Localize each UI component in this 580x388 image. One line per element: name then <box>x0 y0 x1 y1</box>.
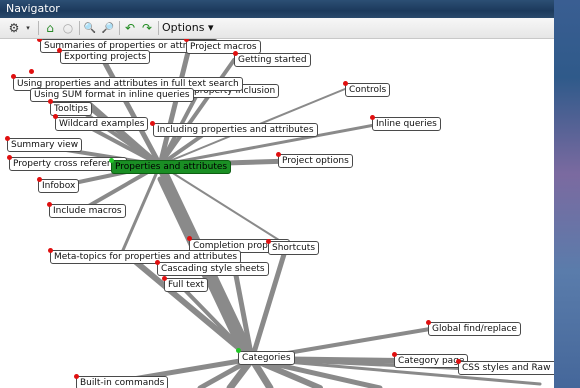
node-project-options[interactable]: Project options <box>278 154 353 168</box>
node-dot <box>343 81 348 86</box>
node-exporting-projects[interactable]: Exporting projects <box>60 50 151 64</box>
node-dot <box>48 248 53 253</box>
toolbar-separator <box>119 21 120 35</box>
node-dot <box>236 348 241 353</box>
node-dot <box>155 260 160 265</box>
node-dot <box>7 155 12 160</box>
graph-canvas[interactable]: Summaries of properties or attributes Pr… <box>0 39 554 388</box>
node-dot <box>29 69 34 74</box>
node-wildcard[interactable]: Wildcard examples <box>55 117 149 131</box>
node-dot <box>57 48 62 53</box>
undo-icon[interactable]: ↶ <box>122 20 138 36</box>
navigator-window: Navigator ⚙ ▾ ⌂ ○ 🔍 🔎 ↶ ↷ Options ▾ Summ… <box>0 0 580 388</box>
node-full-text[interactable]: Full text <box>164 278 209 292</box>
node-cascading-css[interactable]: Cascading style sheets <box>157 262 269 276</box>
node-dot <box>276 152 281 157</box>
node-getting-started[interactable]: Getting started <box>234 53 311 67</box>
node-categories[interactable]: Categories <box>238 351 295 365</box>
node-dot <box>162 276 167 281</box>
node-dot <box>370 115 375 120</box>
zoom-out-icon[interactable]: 🔎 <box>100 20 116 36</box>
node-css-styles[interactable]: CSS styles and Raw HTML <box>458 361 554 375</box>
node-shortcuts[interactable]: Shortcuts <box>268 241 320 255</box>
node-include-macros[interactable]: Include macros <box>49 204 126 218</box>
node-including-props[interactable]: Including properties and attributes <box>153 123 318 137</box>
node-project-macros[interactable]: Project macros <box>186 40 261 54</box>
toolbar-separator <box>38 21 39 35</box>
node-dot <box>456 359 461 364</box>
node-controls[interactable]: Controls <box>345 83 391 97</box>
node-infobox[interactable]: Infobox <box>38 179 80 193</box>
options-label: Options <box>162 21 205 34</box>
window-title: Navigator <box>0 0 580 18</box>
node-global-find[interactable]: Global find/replace <box>428 322 521 336</box>
node-dot <box>187 236 192 241</box>
zoom-in-icon[interactable]: 🔍 <box>82 20 98 36</box>
node-dot <box>47 202 52 207</box>
node-properties-and-attributes[interactable]: Properties and attributes <box>111 160 232 174</box>
stop-icon[interactable]: ○ <box>60 20 76 36</box>
toolbar-separator <box>158 21 159 35</box>
node-dot <box>5 136 10 141</box>
node-dot <box>11 74 16 79</box>
node-summary-view[interactable]: Summary view <box>7 138 83 152</box>
node-builtin-commands[interactable]: Built-in commands <box>76 376 169 388</box>
chevron-down-icon[interactable]: ▾ <box>20 20 36 36</box>
node-dot <box>150 121 155 126</box>
node-dot <box>392 352 397 357</box>
node-dot <box>48 99 53 104</box>
node-using-sum[interactable]: Using SUM format in inline queries <box>30 88 194 102</box>
options-menu[interactable]: Options ▾ <box>162 20 213 36</box>
node-dot <box>266 239 271 244</box>
toolbar: ⚙ ▾ ⌂ ○ 🔍 🔎 ↶ ↷ Options ▾ <box>0 18 554 39</box>
node-dot <box>109 158 114 163</box>
toolbar-separator <box>79 21 80 35</box>
node-dot <box>233 51 238 56</box>
node-dot <box>37 177 42 182</box>
home-icon[interactable]: ⌂ <box>42 20 58 36</box>
redo-icon[interactable]: ↷ <box>139 20 155 36</box>
node-dot <box>74 374 79 379</box>
options-arrow-icon: ▾ <box>207 21 214 34</box>
node-dot <box>426 320 431 325</box>
desktop-background <box>554 0 580 388</box>
node-inline-queries[interactable]: Inline queries <box>372 117 441 131</box>
node-dot <box>53 114 58 119</box>
